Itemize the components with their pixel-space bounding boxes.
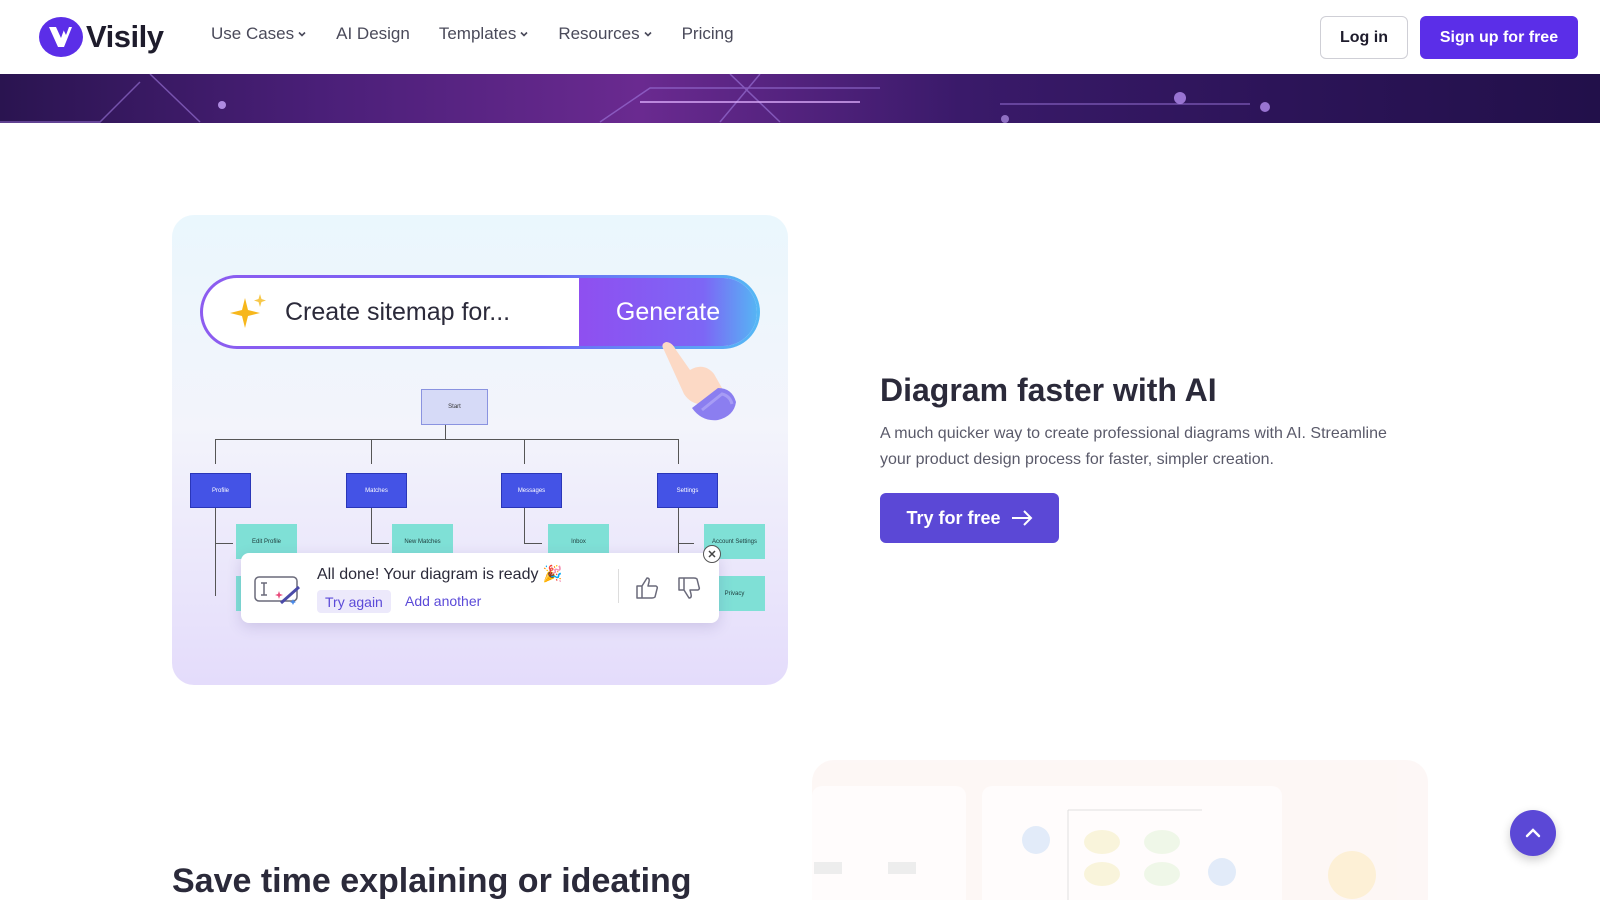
main-nav: Use Cases AI Design Templates Resources … <box>211 24 763 44</box>
hero-banner-strip <box>0 74 1600 123</box>
toast-title-text: All done! Your diagram is ready <box>317 566 539 583</box>
visily-logo-icon <box>39 17 83 57</box>
tree-connector <box>678 543 694 544</box>
circuit-pattern-icon <box>0 74 1270 123</box>
ai-edit-icon <box>254 576 300 605</box>
logo-text: Visily <box>86 19 164 54</box>
tree-node: Matches <box>346 473 407 508</box>
toast-divider <box>618 569 619 603</box>
tree-connector <box>215 439 216 464</box>
nav-resources[interactable]: Resources <box>558 24 652 44</box>
tree-connector <box>215 543 233 544</box>
tree-connector <box>371 439 372 464</box>
tree-connector <box>678 439 679 464</box>
section-title: Save time explaining or ideating <box>172 862 692 900</box>
try-for-free-label: Try for free <box>906 507 1001 528</box>
signup-button[interactable]: Sign up for free <box>1420 16 1578 59</box>
tree-connector <box>524 543 542 544</box>
try-for-free-button[interactable]: Try for free <box>880 493 1059 543</box>
chevron-down-icon <box>520 31 528 37</box>
feature-description: A much quicker way to create professiona… <box>880 425 1387 468</box>
feature-title: Diagram faster with AI <box>880 372 1217 408</box>
chevron-down-icon <box>298 31 306 37</box>
scroll-to-top-button[interactable] <box>1510 810 1556 856</box>
nav-use-cases[interactable]: Use Cases <box>211 24 307 44</box>
try-again-button[interactable]: Try again <box>317 590 391 613</box>
faded-diagram-icon <box>814 809 1376 900</box>
toast-title: All done! Your diagram is ready 🎉 <box>317 564 563 584</box>
chevron-up-icon <box>1525 828 1541 838</box>
nav-item-label: Templates <box>438 24 517 43</box>
tree-node: Profile <box>190 473 251 508</box>
nav-item-label: Use Cases <box>211 24 295 43</box>
site-header: Visily Use Cases AI Design Templates Res… <box>0 0 1600 74</box>
nav-item-label: AI Design <box>336 24 410 43</box>
tree-connector <box>524 439 525 464</box>
diagram-ready-toast: All done! Your diagram is ready 🎉 Try ag… <box>241 545 721 623</box>
logo[interactable]: Visily <box>38 16 164 58</box>
arrow-right-icon <box>1011 510 1032 526</box>
tree-connector <box>371 543 389 544</box>
login-button[interactable]: Log in <box>1320 16 1408 59</box>
tree-connector <box>215 439 678 440</box>
chevron-down-icon <box>644 31 652 37</box>
nav-item-label: Resources <box>558 24 640 43</box>
nav-pricing[interactable]: Pricing <box>682 24 734 44</box>
toast-close-button[interactable] <box>703 545 721 563</box>
close-icon <box>708 550 716 558</box>
nav-ai-design[interactable]: AI Design <box>336 24 410 44</box>
thumbs-up-icon[interactable] <box>634 575 660 601</box>
party-icon: 🎉 <box>542 566 563 583</box>
pointing-hand-icon <box>662 342 736 421</box>
add-another-link[interactable]: Add another <box>405 593 481 609</box>
prompt-text: Create sitemap for... <box>285 297 511 326</box>
tree-node-root: Start <box>421 389 488 425</box>
ai-diagram-demo-card: Create sitemap for... Generate Start Pro… <box>172 215 788 685</box>
sparkle-icon <box>230 294 266 328</box>
tree-node: Settings <box>657 473 718 508</box>
tree-node: Messages <box>501 473 562 508</box>
collaboration-demo-card <box>812 760 1428 900</box>
nav-templates[interactable]: Templates <box>439 24 529 44</box>
nav-item-label: Pricing <box>681 24 734 43</box>
thumbs-down-icon[interactable] <box>676 575 702 601</box>
tree-connector <box>215 500 216 596</box>
